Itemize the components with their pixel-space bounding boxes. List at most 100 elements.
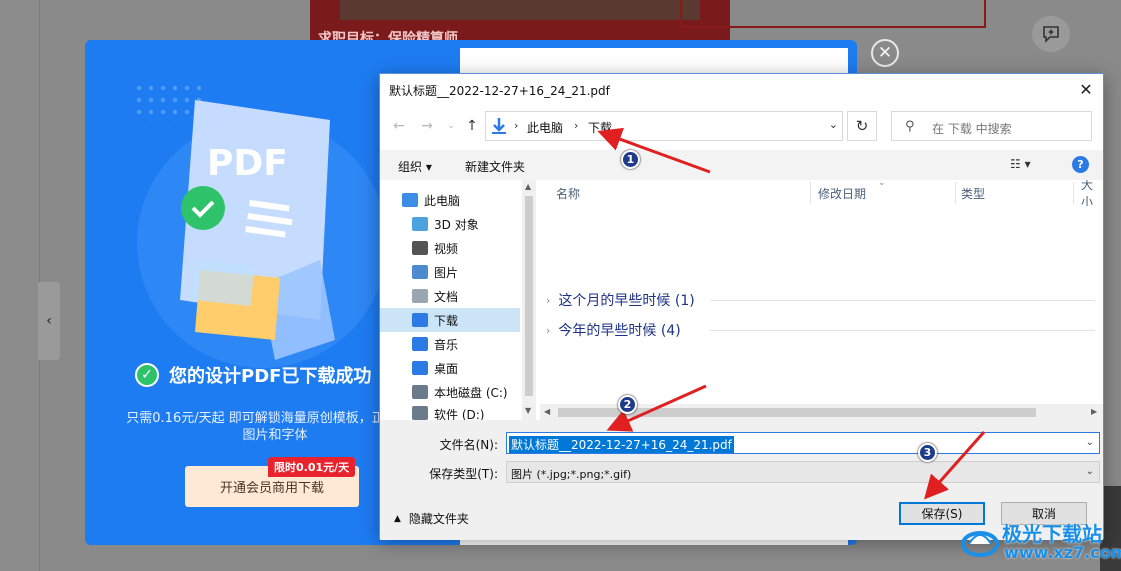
column-type[interactable]: 类型	[961, 180, 985, 206]
forward-button[interactable]: →	[418, 116, 436, 136]
nav-item-downloads[interactable]: 下载	[380, 308, 520, 332]
search-icon: ⚲	[905, 119, 915, 134]
nav-item-this-pc[interactable]: 此电脑	[380, 188, 520, 212]
download-icon	[412, 313, 428, 327]
nav-item-drive-c[interactable]: 本地磁盘 (C:)	[380, 380, 520, 404]
music-icon	[412, 337, 428, 351]
up-button[interactable]: ↑	[463, 116, 481, 136]
chevron-left-icon: ‹	[46, 313, 52, 329]
sort-chevron-icon: ⌄	[878, 178, 886, 188]
scroll-right-icon[interactable]: ▶	[1091, 407, 1097, 416]
search-input[interactable]: ⚲ 在 下载 中搜索	[891, 111, 1092, 141]
nav-item-videos[interactable]: 视频	[380, 236, 520, 260]
new-folder-button[interactable]: 新建文件夹	[465, 158, 525, 175]
refresh-button[interactable]: ↻	[847, 111, 877, 141]
back-button[interactable]: ←	[390, 116, 408, 136]
document-icon	[412, 289, 428, 303]
download-icon	[492, 118, 506, 134]
column-date-modified[interactable]: 修改日期	[818, 180, 866, 206]
breadcrumb-downloads[interactable]: 下载	[588, 119, 612, 136]
filename-field[interactable]: 默认标题__2022-12-27+16_24_21.pdf ⌄	[506, 432, 1100, 454]
filename-label: 文件名(N):	[439, 438, 498, 452]
save-as-dialog: 默认标题__2022-12-27+16_24_21.pdf ✕ ← → ⌄ ↑ …	[379, 73, 1104, 540]
column-divider	[810, 182, 811, 204]
chevron-down-icon: ⌄	[447, 121, 455, 131]
group-label: 今年的早些时候 (4)	[558, 323, 681, 339]
view-options-button[interactable]: ☷ ▾	[1010, 157, 1031, 171]
group-label: 这个月的早些时候 (1)	[558, 293, 695, 309]
navigation-bar: ← → ⌄ ↑ › 此电脑 › 下载 ⌄ ↻ ⚲ 在 下载 中搜索	[380, 110, 1103, 142]
hide-folders-toggle[interactable]: ▲ 隐藏文件夹	[394, 510, 469, 527]
chevron-right-icon: ›	[514, 119, 519, 132]
refresh-icon: ↻	[855, 117, 869, 135]
watermark-url: www.xz7.com	[1004, 543, 1121, 562]
collapse-panel-button[interactable]: ‹	[38, 282, 60, 360]
address-bar[interactable]: › 此电脑 › 下载 ⌄	[485, 111, 843, 141]
chevron-down-icon[interactable]: ⌄	[829, 118, 838, 131]
nav-item-label: 文档	[434, 289, 459, 304]
group-divider	[710, 300, 1095, 301]
nav-item-label: 桌面	[434, 361, 459, 376]
column-size[interactable]: 大小	[1081, 180, 1103, 206]
filetype-select[interactable]: 图片 (*.jpg;*.png;*.gif) ⌄	[506, 461, 1100, 483]
cube-icon	[412, 217, 428, 231]
nav-item-drive-d[interactable]: 软件 (D:)	[380, 404, 520, 420]
nav-item-label: 本地磁盘 (C:)	[434, 385, 508, 400]
drive-icon	[412, 406, 428, 420]
group-divider	[710, 330, 1095, 331]
background-frame	[680, 0, 986, 28]
caret-up-icon: ▲	[394, 513, 401, 524]
organize-menu[interactable]: 组织 ▾	[398, 158, 432, 175]
close-icon: ✕	[877, 43, 893, 63]
nav-item-desktop[interactable]: 桌面	[380, 356, 520, 380]
arrow-right-icon: →	[421, 118, 433, 134]
nav-item-label: 3D 对象	[434, 217, 479, 232]
desktop-icon	[412, 361, 428, 375]
discount-badge: 限时0.01元/天	[268, 457, 356, 477]
success-text: 您的设计PDF已下载成功	[169, 366, 372, 387]
breadcrumb-this-pc[interactable]: 此电脑	[527, 119, 563, 136]
scroll-up-icon[interactable]: ▲	[525, 182, 531, 191]
command-bar: 组织 ▾ 新建文件夹 ☷ ▾ ?	[380, 150, 1103, 180]
nav-item-label: 视频	[434, 241, 459, 256]
nav-item-documents[interactable]: 文档	[380, 284, 520, 308]
filename-value: 默认标题__2022-12-27+16_24_21.pdf	[509, 436, 734, 453]
hide-folders-label: 隐藏文件夹	[408, 512, 469, 526]
chevron-right-icon: ›	[546, 293, 551, 307]
search-placeholder: 在 下载 中搜索	[932, 122, 1012, 136]
success-message: ✓ 您的设计PDF已下载成功	[135, 362, 371, 388]
check-icon: ✓	[135, 363, 159, 387]
nav-item-music[interactable]: 音乐	[380, 332, 520, 356]
filetype-value: 图片 (*.jpg;*.png;*.gif)	[511, 468, 632, 481]
chevron-down-icon[interactable]: ⌄	[1086, 437, 1094, 448]
dialog-close-button[interactable]: ✕	[1073, 77, 1099, 101]
nav-item-label: 图片	[434, 265, 459, 280]
chat-plus-icon	[1043, 26, 1059, 43]
recent-locations-button[interactable]: ⌄	[442, 116, 460, 136]
column-name[interactable]: 名称	[556, 180, 580, 206]
nav-item-label: 音乐	[434, 337, 459, 352]
scroll-down-icon[interactable]: ▼	[525, 406, 531, 415]
column-divider	[955, 182, 956, 204]
nav-pane-scroll-thumb[interactable]	[525, 196, 533, 396]
dialog-title: 默认标题__2022-12-27+16_24_21.pdf	[389, 84, 610, 98]
nav-item-pictures[interactable]: 图片	[380, 260, 520, 284]
scroll-left-icon[interactable]: ◀	[544, 407, 550, 416]
help-icon[interactable]: ?	[1072, 156, 1089, 173]
arrow-left-icon: ←	[393, 118, 405, 134]
chevron-down-icon: ⌄	[1085, 466, 1094, 477]
computer-icon	[402, 193, 418, 207]
site-watermark: 极光下载站 www.xz7.com	[958, 518, 1121, 568]
nav-item-label: 软件 (D:)	[434, 408, 485, 420]
feedback-button[interactable]	[1032, 16, 1070, 52]
dialog-titlebar: 默认标题__2022-12-27+16_24_21.pdf ✕	[380, 74, 1103, 104]
close-icon: ✕	[1079, 79, 1093, 99]
nav-item-3d-objects[interactable]: 3D 对象	[380, 212, 520, 236]
step-marker-2: 2	[618, 395, 637, 414]
column-divider	[1073, 182, 1074, 204]
step-marker-1: 1	[621, 150, 640, 169]
step-marker-3: 3	[918, 443, 937, 462]
background-sidebar	[0, 0, 40, 571]
popup-close-button[interactable]: ✕	[871, 39, 899, 67]
filetype-label: 保存类型(T):	[429, 467, 498, 481]
